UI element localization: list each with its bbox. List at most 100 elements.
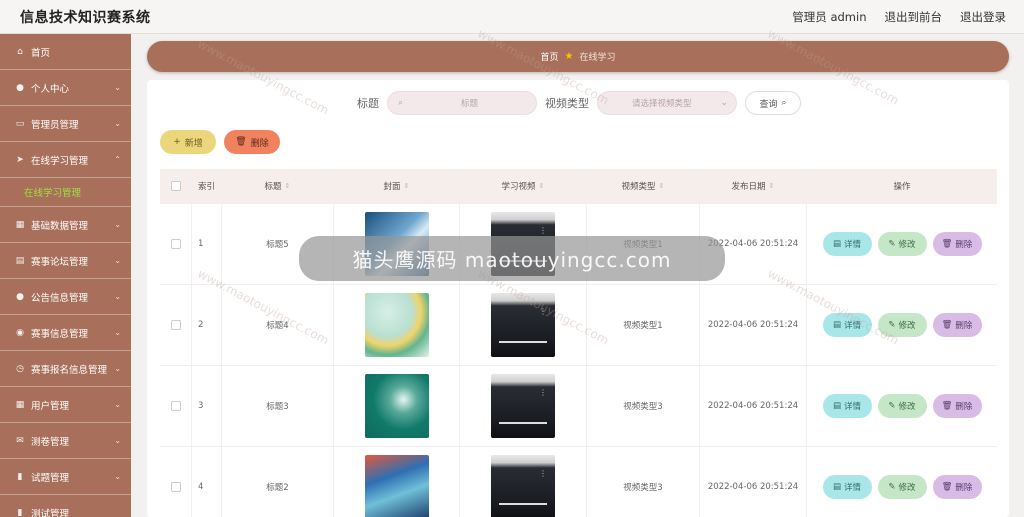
edit-button[interactable]: ✎ 修改 (877, 394, 927, 418)
sidebar-item-label: 在线学习管理 (31, 155, 89, 167)
detail-button[interactable]: ▤ 详情 (822, 313, 872, 337)
cover-image[interactable] (364, 293, 429, 357)
header-type[interactable]: 视频类型 ⇕ (587, 169, 700, 203)
header-ops: 操作 (893, 182, 911, 192)
cell-index: 4 (192, 447, 222, 517)
sidebar-subitem-online-learning[interactable]: 在线学习管理 (0, 178, 131, 207)
doc-icon: ▮ (17, 507, 23, 517)
delete-button[interactable]: 🗑 删除 (932, 313, 982, 337)
sidebar-item-online-learning[interactable]: ➤ 在线学习管理 ⌃ (0, 142, 131, 178)
sidebar-item-papers[interactable]: ✉ 测卷管理 ⌄ (0, 423, 131, 459)
trash-icon: 🗑 (941, 401, 953, 411)
header-video[interactable]: 学习视频 ⇕ (460, 169, 587, 203)
breadcrumb-home[interactable]: 首页 (541, 50, 559, 63)
detail-button[interactable]: ▤ 详情 (822, 232, 872, 256)
doc-icon: ▤ (832, 320, 841, 330)
table-row: 4 标题2 ⋮ 视频类型3 2022-04-06 20:51:24 ▤ 详情 ✎ 修… (160, 447, 997, 517)
detail-label: 详情 (844, 240, 862, 250)
chevron-down-icon: ⌄ (114, 328, 121, 337)
delete-button[interactable]: 🗑 删除 (932, 232, 982, 256)
sidebar-item-label: 测试管理 (31, 508, 70, 517)
row-checkbox[interactable] (170, 239, 181, 249)
sidebar-item-users[interactable]: ▦ 用户管理 ⌄ (0, 387, 131, 423)
detail-button[interactable]: ▤ 详情 (822, 394, 872, 418)
title-search-input[interactable]: ⌕ 标题 (387, 91, 537, 115)
delete-label: 删除 (955, 321, 973, 331)
pencil-icon: ✎ (888, 320, 896, 330)
query-button[interactable]: 查询 ⌕ (745, 91, 801, 115)
row-checkbox[interactable] (170, 482, 181, 492)
trash-icon: 🗑 (941, 239, 953, 249)
detail-label: 详情 (844, 483, 862, 493)
top-nav: 管理员 admin 退出到前台 退出登录 (792, 9, 1006, 25)
header-date[interactable]: 发布日期 ⇕ (700, 169, 807, 203)
row-checkbox[interactable] (170, 401, 181, 411)
delete-button[interactable]: 🗑 删除 (932, 394, 982, 418)
video-player[interactable]: ⋮ (491, 455, 555, 517)
sidebar-item-home[interactable]: ⌂ 首页 (0, 34, 131, 70)
sidebar-item-event-signup[interactable]: ◷ 赛事报名信息管理 ⌄ (0, 351, 131, 387)
delete-label: 删除 (955, 483, 973, 493)
more-icon: ⋮ (539, 388, 547, 397)
add-button[interactable]: + 新增 (160, 130, 216, 154)
sidebar-item-profile[interactable]: ● 个人中心 ⌄ (0, 70, 131, 106)
edit-button[interactable]: ✎ 修改 (877, 313, 927, 337)
delete-button[interactable]: 🗑 删除 (932, 475, 982, 499)
table-row: 3 标题3 ⋮ 视频类型3 2022-04-06 20:51:24 ▤ 详情 ✎ 修… (160, 366, 997, 447)
chevron-down-icon: ⌄ (114, 83, 121, 92)
trash-icon: 🗑 (941, 320, 953, 330)
chevron-up-icon: ⌃ (114, 155, 121, 164)
video-progress[interactable] (499, 503, 547, 505)
edit-button[interactable]: ✎ 修改 (877, 475, 927, 499)
sidebar-item-basic-data[interactable]: ▦ 基础数据管理 ⌄ (0, 207, 131, 243)
cell-type: 视频类型3 (587, 366, 700, 446)
sidebar-item-forum[interactable]: ▤ 赛事论坛管理 ⌄ (0, 243, 131, 279)
doc-icon: ▤ (832, 239, 841, 249)
video-progress[interactable] (499, 422, 547, 424)
header-title[interactable]: 标题 ⇕ (222, 169, 334, 203)
delete-button-label: 删除 (250, 138, 269, 149)
delete-label: 删除 (955, 402, 973, 412)
edit-button[interactable]: ✎ 修改 (877, 232, 927, 256)
current-user-label: 管理员 admin (792, 9, 867, 24)
exit-to-front-link[interactable]: 退出到前台 (885, 9, 943, 25)
star-icon: ★ (564, 51, 574, 62)
sidebar-item-questions[interactable]: ▮ 试题管理 ⌄ (0, 459, 131, 495)
cell-type: 视频类型1 (587, 285, 700, 365)
header-cover[interactable]: 封面 ⇕ (334, 169, 460, 203)
search-bar: 标题 ⌕ 标题 视频类型 请选择视频类型 ⌄ 查询 ⌕ (357, 91, 801, 115)
cell-index: 2 (192, 285, 222, 365)
cover-image[interactable] (364, 455, 429, 517)
batch-delete-button[interactable]: 🗑 删除 (224, 130, 280, 154)
main-panel: 标题 ⌕ 标题 视频类型 请选择视频类型 ⌄ 查询 ⌕ + 新增 🗑 删除 索引… (147, 80, 1009, 517)
sidebar-item-notice[interactable]: ● 公告信息管理 ⌄ (0, 279, 131, 315)
detail-label: 详情 (844, 402, 862, 412)
row-checkbox[interactable] (170, 320, 181, 330)
header-title-label: 标题 (264, 182, 282, 192)
edit-label: 修改 (898, 483, 916, 493)
chevron-down-icon: ⌄ (720, 98, 728, 108)
cell-date: 2022-04-06 20:51:24 (700, 366, 807, 446)
header-date-label: 发布日期 (731, 182, 766, 192)
chevron-down-icon: ⌄ (114, 400, 121, 409)
more-icon: ⋮ (539, 469, 547, 478)
sidebar-item-label: 管理员管理 (31, 119, 79, 131)
sidebar-item-admin[interactable]: ▭ 管理员管理 ⌄ (0, 106, 131, 142)
cell-title: 标题4 (222, 285, 334, 365)
video-type-select[interactable]: 请选择视频类型 ⌄ (597, 91, 737, 115)
search-icon: ⌕ (398, 98, 404, 108)
table-header: 索引 标题 ⇕ 封面 ⇕ 学习视频 ⇕ 视频类型 ⇕ 发布日期 ⇕ 操作 (160, 169, 997, 204)
table-row: 2 标题4 ⋮ 视频类型1 2022-04-06 20:51:24 ▤ 详情 ✎ 修… (160, 285, 997, 366)
video-player[interactable]: ⋮ (491, 374, 555, 438)
logout-link[interactable]: 退出登录 (960, 9, 1006, 25)
cover-image[interactable] (364, 374, 429, 438)
plus-icon: + (173, 137, 181, 147)
video-player[interactable]: ⋮ (491, 293, 555, 357)
breadcrumb-current: 在线学习 (579, 53, 616, 63)
video-progress[interactable] (499, 341, 547, 343)
chevron-down-icon: ⌄ (114, 364, 121, 373)
sidebar-item-tests[interactable]: ▮ 测试管理 (0, 495, 131, 517)
select-all-checkbox[interactable] (170, 181, 181, 191)
detail-button[interactable]: ▤ 详情 (822, 475, 872, 499)
sidebar-item-event-info[interactable]: ◉ 赛事信息管理 ⌄ (0, 315, 131, 351)
